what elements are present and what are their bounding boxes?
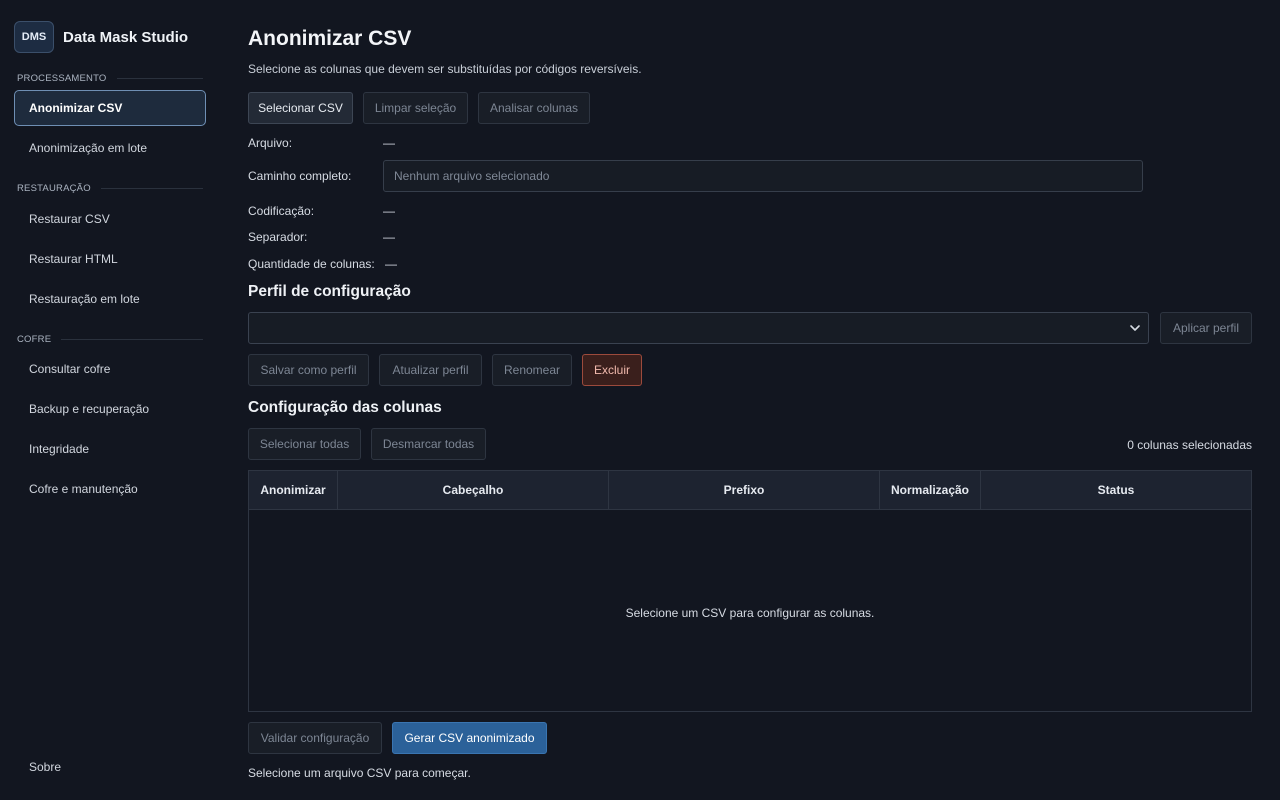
- nav-item-batch-restore[interactable]: Restauração em lote: [14, 281, 206, 317]
- status-message: Selecione um arquivo CSV para começar.: [248, 766, 471, 780]
- chevron-down-icon: [1130, 325, 1140, 331]
- apply-profile-button[interactable]: Aplicar perfil: [1160, 312, 1252, 344]
- nav-item-backup[interactable]: Backup e recuperação: [14, 391, 206, 427]
- section-label-vault: COFRE: [17, 334, 203, 345]
- path-label: Caminho completo:: [248, 169, 352, 183]
- nav-item-about[interactable]: Sobre: [14, 749, 206, 785]
- brand: DMS Data Mask Studio: [14, 21, 188, 53]
- separator-value: —: [383, 230, 395, 244]
- section-label-restoration: RESTAURAÇÃO: [17, 183, 203, 194]
- encoding-label: Codificação:: [248, 204, 315, 218]
- rename-profile-button[interactable]: Renomear: [492, 354, 572, 386]
- separator-label: Separador:: [248, 230, 308, 244]
- section-label-processing: PROCESSAMENTO: [17, 73, 203, 84]
- profile-section-title: Perfil de configuração: [248, 283, 411, 300]
- save-as-profile-button[interactable]: Salvar como perfil: [248, 354, 369, 386]
- column-header-prefix[interactable]: Prefixo: [609, 471, 880, 509]
- update-profile-button[interactable]: Atualizar perfil: [379, 354, 482, 386]
- page-subtitle: Selecione as colunas que devem ser subst…: [248, 62, 642, 76]
- nav-item-query-vault[interactable]: Consultar cofre: [14, 351, 206, 387]
- delete-profile-button[interactable]: Excluir: [582, 354, 642, 386]
- selected-columns-count: 0 colunas selecionadas: [1127, 438, 1252, 452]
- generate-anonymized-csv-button[interactable]: Gerar CSV anonimizado: [392, 722, 547, 754]
- file-value: —: [383, 136, 395, 150]
- deselect-all-button[interactable]: Desmarcar todas: [371, 428, 486, 460]
- app-logo: DMS: [14, 21, 54, 53]
- columns-section-title: Configuração das colunas: [248, 399, 442, 416]
- column-header-anonymize[interactable]: Anonimizar: [249, 471, 338, 509]
- table-header: Anonimizar Cabeçalho Prefixo Normalizaçã…: [249, 471, 1251, 510]
- select-csv-button[interactable]: Selecionar CSV: [248, 92, 353, 124]
- columns-table: Anonimizar Cabeçalho Prefixo Normalizaçã…: [248, 470, 1252, 712]
- analyze-columns-button[interactable]: Analisar colunas: [478, 92, 590, 124]
- path-field[interactable]: Nenhum arquivo selecionado: [383, 160, 1143, 192]
- app-window: DMS Data Mask Studio PROCESSAMENTO Anoni…: [0, 0, 1280, 800]
- columns-count-label: Quantidade de colunas:: [248, 257, 375, 271]
- profile-select[interactable]: [248, 312, 1149, 344]
- nav-item-anonymize-csv[interactable]: Anonimizar CSV: [14, 90, 206, 126]
- validate-config-button[interactable]: Validar configuração: [248, 722, 382, 754]
- nav-item-restore-csv[interactable]: Restaurar CSV: [14, 201, 206, 237]
- nav-item-vault-maintenance[interactable]: Cofre e manutenção: [14, 471, 206, 507]
- select-all-button[interactable]: Selecionar todas: [248, 428, 361, 460]
- main-content: Anonimizar CSV Selecione as colunas que …: [248, 0, 1252, 800]
- sidebar: DMS Data Mask Studio PROCESSAMENTO Anoni…: [0, 0, 220, 800]
- nav-item-restore-html[interactable]: Restaurar HTML: [14, 241, 206, 277]
- file-label: Arquivo:: [248, 136, 293, 150]
- columns-count-value: —: [385, 257, 397, 271]
- column-header-status[interactable]: Status: [981, 471, 1251, 509]
- nav-item-batch-anonymize[interactable]: Anonimização em lote: [14, 130, 206, 166]
- page-title: Anonimizar CSV: [248, 27, 412, 50]
- column-header-heading[interactable]: Cabeçalho: [338, 471, 609, 509]
- clear-selection-button[interactable]: Limpar seleção: [363, 92, 468, 124]
- nav-item-integrity[interactable]: Integridade: [14, 431, 206, 467]
- empty-table-message: Selecione um CSV para configurar as colu…: [625, 606, 875, 620]
- column-header-normalization[interactable]: Normalização: [880, 471, 981, 509]
- app-name: Data Mask Studio: [63, 28, 189, 46]
- encoding-value: —: [383, 204, 395, 218]
